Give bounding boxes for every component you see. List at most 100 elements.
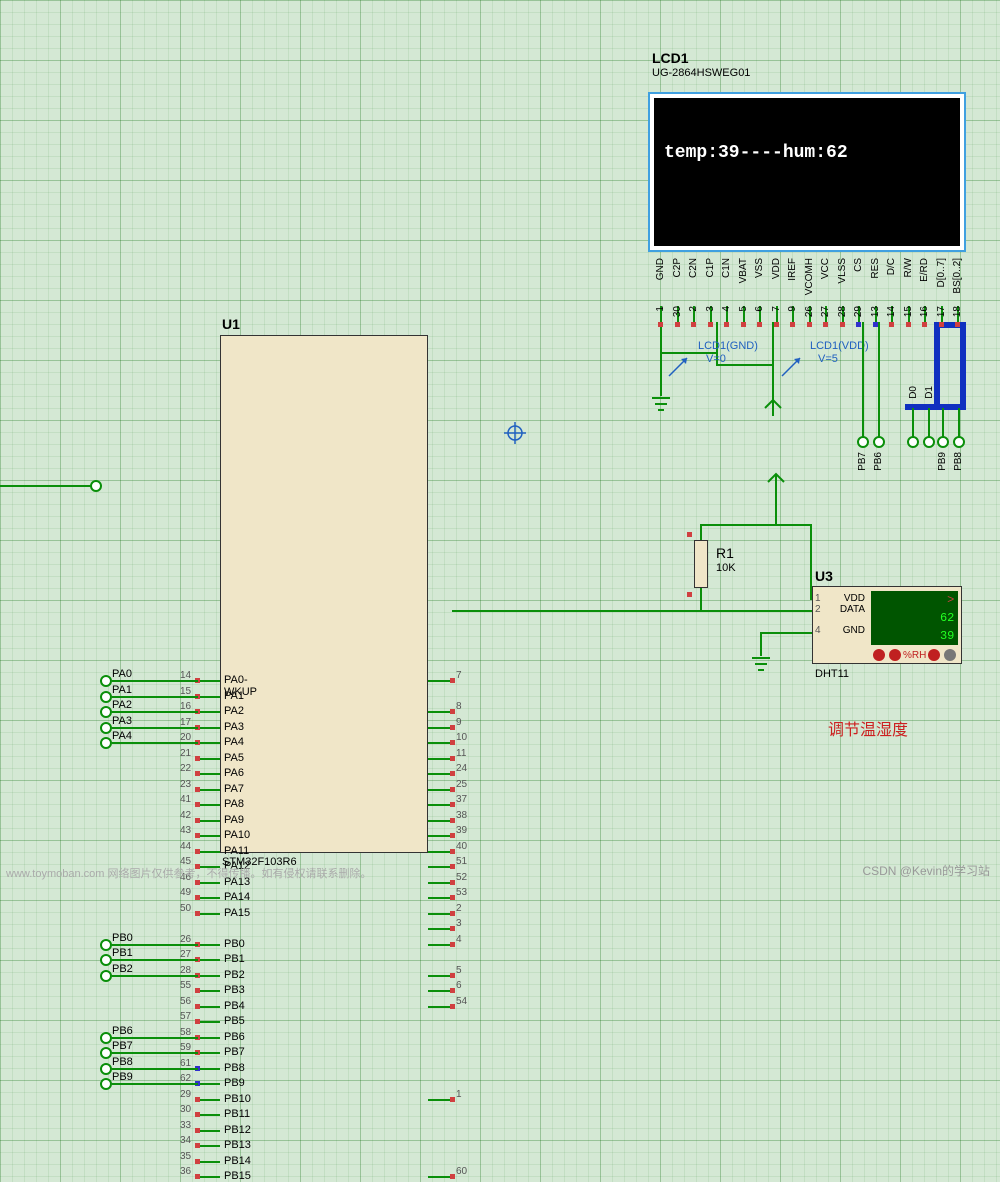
u1-right-pin-wire[interactable]: [428, 727, 450, 729]
net-wire: [112, 1052, 198, 1054]
pin-number: 39: [456, 825, 467, 836]
bus-bottom: [905, 404, 966, 410]
net-wire: [112, 959, 198, 961]
u1-left-pin-wire[interactable]: [198, 835, 220, 837]
u1-right-pin-wire[interactable]: [428, 1006, 450, 1008]
u1-right-pin-wire[interactable]: [428, 882, 450, 884]
term-pb7[interactable]: [857, 436, 869, 448]
r1-body[interactable]: [694, 540, 708, 588]
u1-left-pin-wire[interactable]: [198, 1068, 220, 1070]
u1-left-pin-wire[interactable]: [198, 851, 220, 853]
pin-name: PB12: [224, 1124, 251, 1136]
u1-right-pin-wire[interactable]: [428, 835, 450, 837]
lcd-pin-number: 16: [919, 306, 930, 317]
pin-mark: [774, 322, 779, 327]
u1-left-pin-wire[interactable]: [198, 1114, 220, 1116]
probe-vdd-icon[interactable]: [778, 350, 808, 380]
u1-right-pin-wire[interactable]: [428, 789, 450, 791]
u1-right-pin-wire[interactable]: [428, 897, 450, 899]
u1-right-pin-wire[interactable]: [428, 680, 450, 682]
u1-right-pin-wire[interactable]: [428, 711, 450, 713]
u1-left-pin-wire[interactable]: [198, 696, 220, 698]
term-d1[interactable]: [923, 436, 935, 448]
pin-name: PB15: [224, 1170, 251, 1182]
net-wire: [112, 1037, 198, 1039]
u1-left-pin-wire[interactable]: [198, 882, 220, 884]
lcd-pin-number: 27: [820, 306, 831, 317]
d1-label: D1: [924, 386, 935, 399]
u1-right-pin-wire[interactable]: [428, 1099, 450, 1101]
pin-mark: [450, 725, 455, 730]
pin-name: PA7: [224, 783, 244, 795]
u1-left-pin-wire[interactable]: [198, 1006, 220, 1008]
pin-mark: [450, 833, 455, 838]
u1-right-pin-wire[interactable]: [428, 851, 450, 853]
lcd-pin-name: IREF: [787, 258, 798, 281]
term-pa9[interactable]: [90, 480, 102, 492]
u1-left-pin-wire[interactable]: [198, 1083, 220, 1085]
term-pb6[interactable]: [873, 436, 885, 448]
pin-number: 34: [180, 1135, 191, 1146]
dht-btn-down[interactable]: [873, 649, 885, 661]
u1-left-pin-wire[interactable]: [198, 1145, 220, 1147]
u1-left-pin-wire[interactable]: [198, 711, 220, 713]
pin-number: 7: [456, 670, 462, 681]
pin-mark: [790, 322, 795, 327]
term-pb9[interactable]: [937, 436, 949, 448]
net-terminal[interactable]: [100, 736, 112, 754]
u1-right-pin-wire[interactable]: [428, 758, 450, 760]
u1-left-pin-wire[interactable]: [198, 1130, 220, 1132]
lcd-pin-number: 2: [688, 306, 699, 312]
dht-btn-up[interactable]: [889, 649, 901, 661]
u1-right-pin-wire[interactable]: [428, 820, 450, 822]
u1-right-pin-wire[interactable]: [428, 804, 450, 806]
u1-left-pin-wire[interactable]: [198, 1021, 220, 1023]
w-pb9: [942, 408, 944, 438]
lcd-part: UG-2864HSWEG01: [652, 67, 750, 79]
u1-right-pin-wire[interactable]: [428, 928, 450, 930]
dht-btn-up2[interactable]: [944, 649, 956, 661]
u1-left-pin-wire[interactable]: [198, 727, 220, 729]
u1-left-pin-wire[interactable]: [198, 944, 220, 946]
u1-left-pin-wire[interactable]: [198, 913, 220, 915]
w-u3-gnd-h: [760, 632, 812, 634]
u1-left-pin-wire[interactable]: [198, 773, 220, 775]
u1-left-pin-wire[interactable]: [198, 804, 220, 806]
u1-right-pin-wire[interactable]: [428, 866, 450, 868]
u1-left-pin-wire[interactable]: [198, 1037, 220, 1039]
u1-left-pin-wire[interactable]: [198, 897, 220, 899]
term-d0[interactable]: [907, 436, 919, 448]
u1-left-pin-wire[interactable]: [198, 990, 220, 992]
u3-body[interactable]: 1VDD 2DATA 4GND > 62 39 %RH: [812, 586, 962, 664]
bus-bs: [960, 322, 966, 408]
u1-left-pin-wire[interactable]: [198, 1176, 220, 1178]
net-terminal[interactable]: [100, 969, 112, 987]
u1-right-pin-wire[interactable]: [428, 742, 450, 744]
term-pb8[interactable]: [953, 436, 965, 448]
w-vdd-top: [775, 490, 777, 526]
u1-left-pin-wire[interactable]: [198, 1161, 220, 1163]
u1-left-pin-wire[interactable]: [198, 959, 220, 961]
net-label: PA0: [112, 668, 132, 680]
lcd-pin-number: 15: [903, 306, 914, 317]
dht-btn-down2[interactable]: [928, 649, 940, 661]
u1-right-pin-wire[interactable]: [428, 913, 450, 915]
u1-left-pin-wire[interactable]: [198, 758, 220, 760]
u1-left-pin-wire[interactable]: [198, 1052, 220, 1054]
u1-right-pin-wire[interactable]: [428, 990, 450, 992]
u1-left-pin-wire[interactable]: [198, 820, 220, 822]
u1-right-pin-wire[interactable]: [428, 773, 450, 775]
u1-left-pin-wire[interactable]: [198, 1099, 220, 1101]
u1-left-pin-wire[interactable]: [198, 680, 220, 682]
probe-gnd-icon[interactable]: [665, 350, 695, 380]
pin-name: PB13: [224, 1139, 251, 1151]
u1-body[interactable]: [220, 335, 428, 853]
pin-mark: [450, 988, 455, 993]
u1-left-pin-wire[interactable]: [198, 789, 220, 791]
u1-right-pin-wire[interactable]: [428, 1176, 450, 1178]
net-terminal[interactable]: [100, 1077, 112, 1095]
u1-right-pin-wire[interactable]: [428, 944, 450, 946]
u1-left-pin-wire[interactable]: [198, 975, 220, 977]
u1-left-pin-wire[interactable]: [198, 742, 220, 744]
u1-right-pin-wire[interactable]: [428, 975, 450, 977]
